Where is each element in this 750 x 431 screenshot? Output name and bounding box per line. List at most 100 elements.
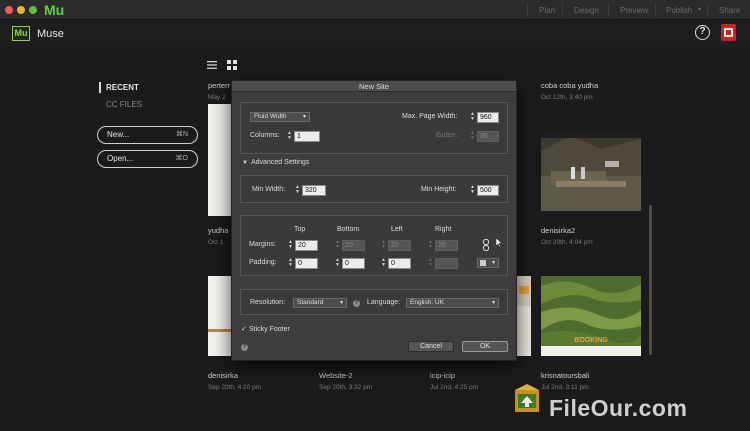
menu-design[interactable]: Design xyxy=(574,6,599,15)
stepper-arrows-icon[interactable]: ▲ ▼ xyxy=(286,131,293,142)
columns-stepper[interactable]: ▲ ▼ 1 xyxy=(286,131,321,142)
resolution-select[interactable]: Standard ▾ xyxy=(293,298,347,308)
site-thumbnail[interactable] xyxy=(541,131,641,211)
columns-field[interactable]: 1 xyxy=(294,131,320,142)
stepper-arrows-icon[interactable]: ▲ ▼ xyxy=(427,258,434,269)
muse-logo: Mu xyxy=(12,26,30,41)
padding-bottom-stepper[interactable]: ▲ ▼ 0 xyxy=(334,258,366,269)
output-panel: Resolution: Standard ▾ ? Language: Engli… xyxy=(240,289,508,315)
box-model-icon xyxy=(480,260,486,266)
sticky-footer-checkbox[interactable]: Sticky Footer xyxy=(249,326,290,333)
site-title[interactable]: coba coba yudha xyxy=(541,81,598,90)
margin-right-stepper[interactable]: ▲ ▼ 20 xyxy=(427,240,459,251)
column-header-left: Left xyxy=(391,226,403,233)
language-select-value: English: UK xyxy=(410,299,444,306)
site-title[interactable]: yudha xyxy=(208,226,228,235)
menu-publish[interactable]: Publish xyxy=(666,6,692,15)
stepper-arrows-icon[interactable]: ▲ ▼ xyxy=(380,258,387,269)
padding-bottom-field[interactable]: 0 xyxy=(342,258,365,269)
site-thumbnail[interactable] xyxy=(208,104,232,216)
stepper-arrows-icon[interactable]: ▲ ▼ xyxy=(427,240,434,251)
site-thumbnail[interactable]: BOOKING xyxy=(541,276,641,356)
advanced-settings-toggle[interactable]: Advanced Settings xyxy=(251,159,309,166)
stepper-arrows-icon[interactable]: ▲ ▼ xyxy=(469,112,476,123)
grid-scrollbar[interactable] xyxy=(649,205,652,355)
stepper-arrows-icon[interactable]: ▲ ▼ xyxy=(469,185,476,196)
margin-top-field[interactable]: 20 xyxy=(295,240,318,251)
max-width-field[interactable]: 960 xyxy=(477,112,499,123)
site-title[interactable]: denisirka2 xyxy=(541,226,575,235)
gutter-field[interactable]: 20 xyxy=(477,131,499,142)
help-icon[interactable]: ? xyxy=(353,300,360,307)
site-date: Oct 20th, 4:04 pm xyxy=(541,239,593,246)
language-select[interactable]: English: UK ▾ xyxy=(406,298,499,308)
padding-top-stepper[interactable]: ▲ ▼ 0 xyxy=(287,258,319,269)
site-date: May 2 xyxy=(208,94,226,101)
publish-dropdown-icon[interactable]: ▾ xyxy=(698,6,701,13)
checkmark-icon[interactable]: ✓ xyxy=(241,325,247,333)
margin-bottom-stepper[interactable]: ▲ ▼ 20 xyxy=(334,240,366,251)
gutter-stepper[interactable]: ▲ ▼ 20 xyxy=(469,131,499,142)
sidebar-item-cc-files[interactable]: CC FILES xyxy=(106,100,142,109)
padding-right-field[interactable] xyxy=(435,258,458,269)
titlebar-app-logo: Mu xyxy=(44,2,65,18)
open-button[interactable]: Open... ⌘O xyxy=(97,150,198,168)
cancel-button[interactable]: Cancel xyxy=(408,341,454,352)
maximize-window-button[interactable] xyxy=(29,6,37,14)
stepper-arrows-icon[interactable]: ▲ ▼ xyxy=(469,131,476,142)
padding-mode-select[interactable]: ▾ xyxy=(477,258,499,268)
help-icon[interactable]: ? xyxy=(241,344,248,351)
column-header-right: Right xyxy=(435,226,452,233)
new-button-label: New... xyxy=(107,130,130,139)
close-window-button[interactable] xyxy=(5,6,13,14)
padding-top-field[interactable]: 0 xyxy=(295,258,318,269)
margin-left-stepper[interactable]: ▲ ▼ 20 xyxy=(380,240,412,251)
column-header-bottom: Bottom xyxy=(337,226,360,233)
min-width-stepper[interactable]: ▲ ▼ 320 xyxy=(294,185,327,196)
site-title[interactable]: denisirka xyxy=(208,371,238,380)
site-title[interactable]: Website-2 xyxy=(319,371,353,380)
min-width-field[interactable]: 320 xyxy=(302,185,326,196)
app-header xyxy=(0,20,750,47)
max-width-label: Max. Page Width: xyxy=(402,113,458,120)
max-width-stepper[interactable]: ▲ ▼ 960 xyxy=(469,112,499,123)
stepper-arrows-icon[interactable]: ▲ ▼ xyxy=(334,240,341,251)
minimize-window-button[interactable] xyxy=(17,6,25,14)
menu-preview[interactable]: Preview xyxy=(620,6,648,15)
stepper-arrows-icon[interactable]: ▲ ▼ xyxy=(287,240,294,251)
open-button-label: Open... xyxy=(107,154,134,163)
list-view-icon[interactable] xyxy=(207,60,217,73)
active-indicator xyxy=(99,82,101,93)
menu-share[interactable]: Share xyxy=(719,6,740,15)
stepper-arrows-icon[interactable]: ▲ ▼ xyxy=(334,258,341,269)
site-thumbnail[interactable] xyxy=(208,276,232,356)
site-date: Sep 20th, 3:32 pm xyxy=(319,384,373,391)
site-title[interactable]: icip-icip xyxy=(430,371,455,380)
site-title[interactable]: krisnatoursbali xyxy=(541,371,589,380)
ok-button[interactable]: OK xyxy=(462,341,508,352)
min-height-field[interactable]: 500 xyxy=(477,185,499,196)
menu-plan[interactable]: Plan xyxy=(539,6,555,15)
min-height-stepper[interactable]: ▲ ▼ 500 xyxy=(469,185,499,196)
site-title[interactable]: perterr xyxy=(208,81,230,90)
adobe-icon[interactable] xyxy=(721,24,736,41)
site-thumbnail[interactable] xyxy=(517,276,531,356)
min-size-panel: Min Width: ▲ ▼ 320 Min Height: ▲ ▼ 500 xyxy=(240,175,508,203)
question-circle-icon[interactable]: ? xyxy=(695,25,710,40)
stepper-arrows-icon[interactable]: ▲ ▼ xyxy=(380,240,387,251)
padding-right-stepper[interactable]: ▲ ▼ xyxy=(427,258,459,269)
link-icon[interactable] xyxy=(483,239,489,251)
layout-select[interactable]: Fluid Width ▾ xyxy=(250,112,310,122)
grid-view-icon[interactable] xyxy=(227,60,237,73)
stepper-arrows-icon[interactable]: ▲ ▼ xyxy=(287,258,294,269)
margin-right-field[interactable]: 20 xyxy=(435,240,458,251)
disclosure-triangle-icon[interactable]: ▼ xyxy=(242,160,248,166)
padding-left-field[interactable]: 0 xyxy=(388,258,411,269)
margin-left-field[interactable]: 20 xyxy=(388,240,411,251)
padding-left-stepper[interactable]: ▲ ▼ 0 xyxy=(380,258,412,269)
sidebar-item-recent[interactable]: RECENT xyxy=(106,83,139,92)
margin-top-stepper[interactable]: ▲ ▼ 20 xyxy=(287,240,319,251)
stepper-arrows-icon[interactable]: ▲ ▼ xyxy=(294,185,301,196)
new-button[interactable]: New... ⌘N xyxy=(97,126,198,144)
margin-bottom-field[interactable]: 20 xyxy=(342,240,365,251)
